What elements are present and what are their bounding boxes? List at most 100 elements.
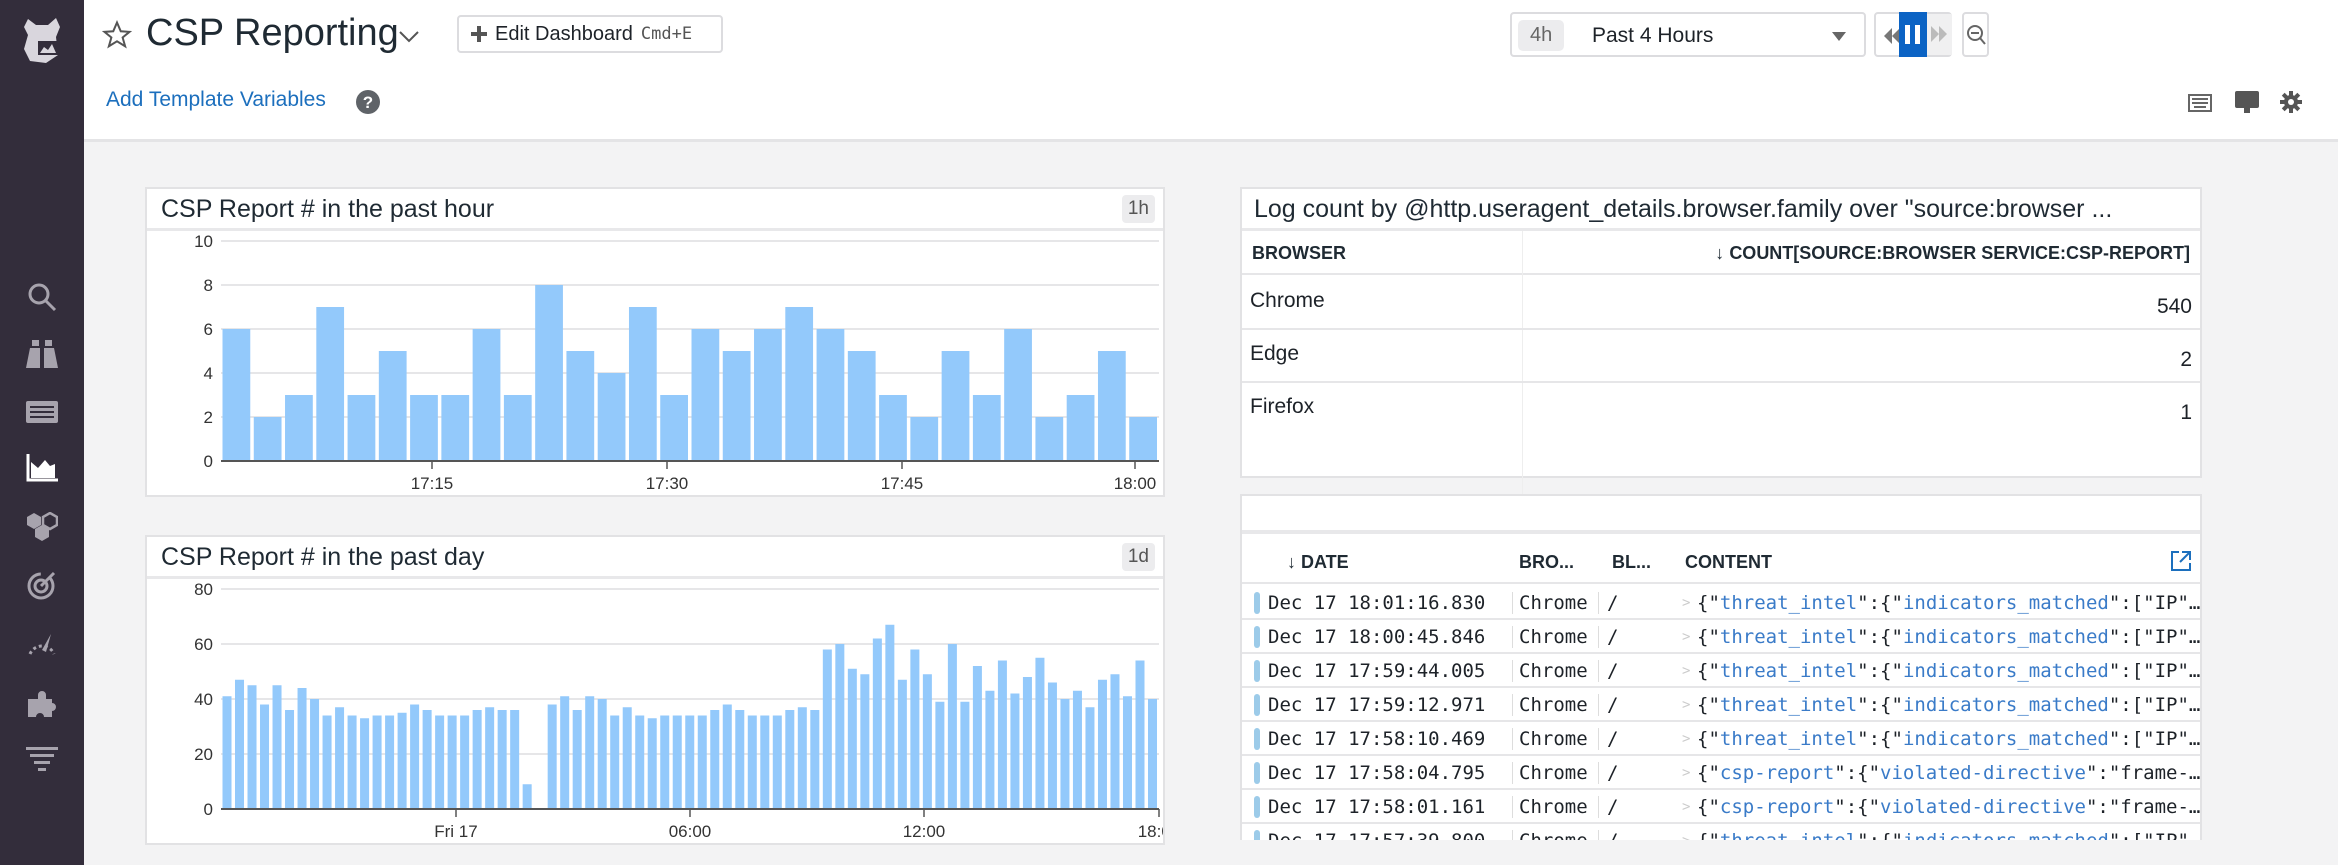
- expand-chevron-icon[interactable]: >: [1682, 799, 1690, 815]
- expand-chevron-icon[interactable]: >: [1682, 731, 1690, 747]
- column-header-content[interactable]: CONTENT: [1685, 552, 1772, 573]
- bar: [972, 666, 982, 809]
- column-header-date[interactable]: ↓ DATE: [1287, 552, 1349, 573]
- tv-mode-icon[interactable]: [2235, 91, 2259, 115]
- bar: [572, 710, 582, 809]
- help-icon[interactable]: ?: [356, 90, 380, 114]
- expand-chevron-icon[interactable]: >: [1682, 629, 1690, 645]
- status-indicator: [1254, 694, 1260, 716]
- bar: [941, 351, 970, 461]
- log-row[interactable]: Dec 17 17:58:01.161 Chrome / > {"csp-rep…: [1242, 790, 2200, 824]
- gauge-icon[interactable]: [22, 622, 62, 662]
- log-browser: Chrome: [1512, 592, 1588, 614]
- external-link-icon[interactable]: [2170, 550, 2192, 572]
- search-icon[interactable]: [22, 277, 62, 317]
- fast-forward-button[interactable]: [1927, 14, 1952, 55]
- bar: [397, 712, 407, 809]
- bar: [879, 395, 907, 461]
- dashboard-chart-icon[interactable]: [22, 448, 62, 488]
- bar: [222, 329, 251, 461]
- bar: [1047, 682, 1057, 809]
- log-table-header: ↓ DATE BRO... BL... CONTENT: [1242, 538, 2200, 584]
- bar: [760, 715, 770, 809]
- bar: [735, 710, 745, 809]
- page-title[interactable]: CSP Reporting: [146, 12, 399, 55]
- log-row[interactable]: Dec 17 17:58:10.469 Chrome / > {"threat_…: [1242, 722, 2200, 756]
- bar: [785, 307, 814, 461]
- bar: [691, 329, 720, 461]
- list-icon[interactable]: [22, 392, 62, 432]
- json-tail: :["IP"…: [2120, 626, 2200, 648]
- bar: [835, 644, 845, 809]
- table-row[interactable]: Firefox 1: [1242, 383, 2200, 436]
- zoom-out-button[interactable]: [1962, 12, 1989, 57]
- table-row[interactable]: Edge 2: [1242, 330, 2200, 383]
- bar: [672, 715, 682, 809]
- log-row[interactable]: Dec 17 17:58:04.795 Chrome / > {"csp-rep…: [1242, 756, 2200, 790]
- star-icon[interactable]: [102, 20, 132, 50]
- json-key: threat_intel: [1719, 626, 1858, 648]
- count-value: 540: [2156, 295, 2192, 318]
- column-header-bl[interactable]: BL...: [1612, 552, 1651, 573]
- dashboard-header: CSP Reporting Edit Dashboard Cmd+E Add T…: [84, 0, 2338, 142]
- log-content: {"threat_intel":{"indicators_matched":["…: [1697, 626, 2200, 648]
- expand-chevron-icon[interactable]: >: [1682, 663, 1690, 679]
- logo-icon[interactable]: [14, 12, 70, 68]
- log-row[interactable]: Dec 17 18:00:45.846 Chrome / > {"threat_…: [1242, 620, 2200, 654]
- log-date: Dec 17 17:59:12.971: [1268, 694, 1486, 716]
- bar-chart[interactable]: 0 2 4 6 8 10 17:15 17:30 17:45 18:00: [147, 231, 1163, 495]
- table-row[interactable]: Chrome 540: [1242, 277, 2200, 330]
- binoculars-icon[interactable]: [22, 334, 62, 374]
- log-row[interactable]: Dec 17 17:59:12.971 Chrome / > {"threat_…: [1242, 688, 2200, 722]
- bar: [485, 707, 495, 809]
- pause-button[interactable]: [1899, 12, 1927, 57]
- bar: [960, 701, 970, 809]
- puzzle-icon[interactable]: [22, 685, 62, 725]
- y-tick-label: 0: [204, 452, 213, 471]
- widget-title: Log count by @http.useragent_details.bro…: [1254, 195, 2113, 223]
- bar: [910, 417, 939, 461]
- log-row[interactable]: Dec 17 17:59:44.005 Chrome / > {"threat_…: [1242, 654, 2200, 688]
- hexagons-icon[interactable]: [22, 507, 62, 547]
- expand-chevron-icon[interactable]: >: [1682, 697, 1690, 713]
- bar: [1097, 679, 1107, 809]
- rewind-icon[interactable]: [1884, 28, 1900, 44]
- json-tail: :["IP"…: [2120, 728, 2200, 750]
- bar-chart[interactable]: 0 20 40 60 80 Fri 17 06:00 12:00 18:00: [147, 579, 1163, 843]
- filter-icon[interactable]: [22, 740, 62, 780]
- bar: [535, 285, 563, 461]
- time-range-picker[interactable]: 4h Past 4 Hours: [1510, 12, 1866, 57]
- chevron-down-icon[interactable]: [398, 30, 420, 44]
- widget-title: CSP Report # in the past day: [161, 543, 485, 571]
- log-browser: Chrome: [1512, 694, 1588, 716]
- widget-header: CSP Report # in the past day 1d: [147, 537, 1163, 579]
- edit-dashboard-button[interactable]: Edit Dashboard Cmd+E: [457, 15, 723, 53]
- log-browser: Chrome: [1512, 762, 1588, 784]
- json-key: csp-report: [1719, 762, 1835, 784]
- column-header-browser[interactable]: BROWSER: [1252, 243, 1346, 264]
- keyboard-icon[interactable]: [2188, 94, 2212, 112]
- expand-chevron-icon[interactable]: >: [1682, 595, 1690, 611]
- status-indicator: [1254, 796, 1260, 818]
- bar: [1035, 657, 1045, 809]
- target-icon[interactable]: [22, 565, 62, 605]
- bar: [935, 701, 945, 809]
- status-indicator: [1254, 728, 1260, 750]
- bar: [772, 715, 782, 809]
- column-header-browser[interactable]: BRO...: [1519, 552, 1574, 573]
- log-bl: /: [1598, 626, 1618, 648]
- bar: [647, 718, 657, 809]
- gear-icon[interactable]: [2280, 91, 2302, 113]
- svg-text:?: ?: [363, 93, 373, 112]
- add-template-variables-link[interactable]: Add Template Variables: [106, 88, 326, 112]
- log-browser: Chrome: [1512, 660, 1588, 682]
- expand-chevron-icon[interactable]: >: [1682, 765, 1690, 781]
- log-content: {"csp-report":{"violated-directive":"fra…: [1697, 796, 2200, 818]
- log-row[interactable]: Dec 17 18:01:16.830 Chrome / > {"threat_…: [1242, 586, 2200, 620]
- column-header-count[interactable]: ↓ COUNT[SOURCE:BROWSER SERVICE:CSP-REPOR…: [1715, 243, 2190, 264]
- status-indicator: [1254, 660, 1260, 682]
- fast-forward-icon: [1931, 26, 1947, 42]
- log-date: Dec 17 17:58:10.469: [1268, 728, 1486, 750]
- json-key: threat_intel: [1719, 694, 1858, 716]
- zoom-out-icon: [1966, 24, 1986, 45]
